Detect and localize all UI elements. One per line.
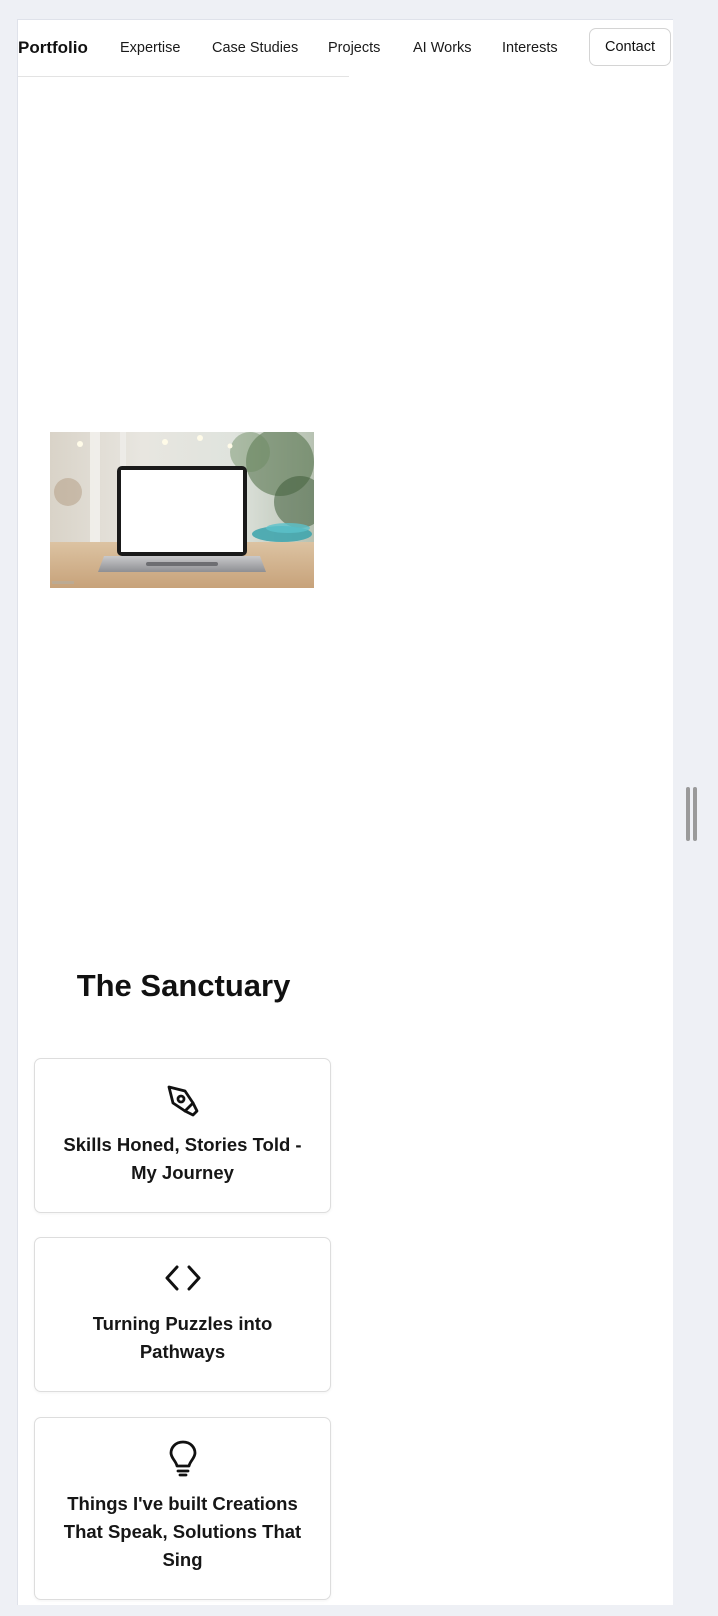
section-title: The Sanctuary [76, 968, 291, 1003]
nav-link-ai-works[interactable]: AI Works [413, 40, 472, 56]
code-icon [163, 1258, 203, 1298]
page-container: Portfolio Expertise Case Studies Project… [17, 19, 673, 1605]
card-journey[interactable]: Skills Honed, Stories Told - My Journey [34, 1058, 331, 1213]
card-puzzles-text: Turning Puzzles into Pathways [92, 1313, 273, 1362]
brand-logo-text[interactable]: Portfolio [18, 38, 88, 58]
pen-nib-icon [163, 1081, 203, 1121]
card-puzzles[interactable]: Turning Puzzles into Pathways [34, 1237, 331, 1392]
nav-link-expertise[interactable]: Expertise [120, 40, 180, 56]
card-creations-text: Things I've built Creations That Speak, … [63, 1493, 302, 1570]
top-navbar: Portfolio Expertise Case Studies Project… [18, 20, 673, 77]
scrollbar-handle[interactable] [686, 787, 698, 841]
nav-link-case-studies[interactable]: Case Studies [212, 40, 298, 56]
nav-link-projects[interactable]: Projects [328, 40, 380, 56]
nav-link-interests[interactable]: Interests [502, 40, 558, 56]
laptop-hero-image [50, 432, 314, 588]
navbar-divider [18, 76, 349, 77]
card-journey-text: Skills Honed, Stories Told - My Journey [63, 1134, 302, 1183]
lightbulb-icon [163, 1438, 203, 1478]
card-creations[interactable]: Things I've built Creations That Speak, … [34, 1417, 331, 1600]
contact-button[interactable]: Contact [589, 28, 671, 66]
